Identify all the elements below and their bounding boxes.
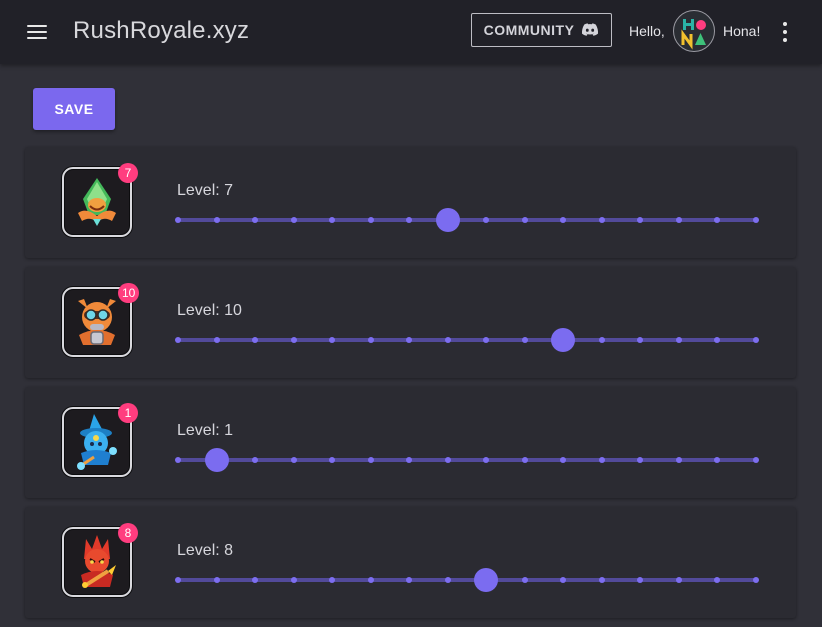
menu-icon[interactable]: [22, 19, 52, 45]
level-label: Level: 7: [177, 182, 234, 199]
slider-tick[interactable]: [560, 457, 567, 463]
slider-tick[interactable]: [675, 457, 682, 463]
slider-tick[interactable]: [675, 217, 682, 223]
slider-track[interactable]: [178, 578, 756, 582]
slider-tick[interactable]: [367, 337, 374, 343]
slider-tick[interactable]: [521, 337, 528, 343]
slider-tick[interactable]: [521, 577, 528, 583]
slider-tick[interactable]: [213, 337, 220, 343]
community-button[interactable]: COMMUNITY: [471, 13, 612, 47]
slider-tick[interactable]: [406, 457, 413, 463]
greeting-text: Hello,: [629, 23, 665, 39]
slider-tick[interactable]: [714, 337, 721, 343]
slider-thumb[interactable]: [435, 208, 460, 232]
unit-card: 1 Level: 1: [25, 387, 796, 498]
slider-tick[interactable]: [329, 577, 336, 583]
avatar[interactable]: [673, 10, 715, 52]
community-label: COMMUNITY: [483, 22, 575, 38]
slider-tick[interactable]: [290, 337, 297, 343]
slider-tick[interactable]: [252, 577, 259, 583]
level-label: Level: 1: [177, 422, 234, 439]
slider-tick[interactable]: [367, 457, 374, 463]
slider-tick[interactable]: [483, 457, 490, 463]
slider-tick[interactable]: [444, 577, 451, 583]
user-name: Hona!: [723, 23, 761, 39]
unit-card: 8 Level: 8: [25, 507, 796, 618]
slider-tick[interactable]: [560, 577, 567, 583]
slider-tick[interactable]: [521, 457, 528, 463]
slider-tick[interactable]: [675, 337, 682, 343]
slider-tick[interactable]: [252, 217, 259, 223]
level-label: Level: 10: [177, 302, 242, 319]
slider-track[interactable]: [178, 458, 756, 462]
level-badge: 7: [118, 163, 138, 183]
slider-tick[interactable]: [175, 337, 181, 343]
unit-card: 10 Level: 10: [25, 267, 796, 378]
slider-tick[interactable]: [367, 577, 374, 583]
slider-tick[interactable]: [483, 217, 490, 223]
level-badge: 1: [118, 403, 138, 423]
slider-tick[interactable]: [753, 337, 759, 343]
level-slider[interactable]: [175, 208, 760, 232]
slider-tick[interactable]: [637, 337, 644, 343]
slider-tick[interactable]: [714, 217, 721, 223]
level-label: Level: 8: [177, 542, 234, 559]
hona-logo-icon: [681, 19, 706, 50]
slider-thumb[interactable]: [551, 328, 576, 352]
slider-tick[interactable]: [175, 577, 181, 583]
slider-tick[interactable]: [714, 577, 721, 583]
slider-tick[interactable]: [753, 457, 759, 463]
level-slider[interactable]: [175, 568, 760, 592]
slider-tick[interactable]: [598, 457, 605, 463]
slider-tick[interactable]: [444, 337, 451, 343]
slider-tick[interactable]: [175, 457, 181, 463]
slider-tick[interactable]: [521, 217, 528, 223]
slider-tick[interactable]: [714, 457, 721, 463]
slider-tick[interactable]: [213, 577, 220, 583]
slider-tick[interactable]: [252, 337, 259, 343]
slider-tick[interactable]: [406, 577, 413, 583]
app-bar: RushRoyale.xyz COMMUNITY Hello, Hona!: [0, 0, 822, 64]
slider-tick[interactable]: [753, 217, 759, 223]
slider-tick[interactable]: [329, 337, 336, 343]
slider-tick[interactable]: [444, 457, 451, 463]
slider-tick[interactable]: [329, 457, 336, 463]
slider-tick[interactable]: [598, 337, 605, 343]
level-badge: 10: [118, 283, 140, 303]
slider-tick[interactable]: [213, 217, 220, 223]
slider-tick[interactable]: [175, 217, 181, 223]
slider-tick[interactable]: [252, 457, 259, 463]
slider-tick[interactable]: [406, 217, 413, 223]
level-slider[interactable]: [175, 448, 760, 472]
slider-tick[interactable]: [483, 337, 490, 343]
slider-tick[interactable]: [329, 217, 336, 223]
slider-tick[interactable]: [637, 577, 644, 583]
slider-track[interactable]: [178, 338, 756, 342]
app-title[interactable]: RushRoyale.xyz: [73, 17, 249, 45]
slider-tick[interactable]: [598, 217, 605, 223]
slider-thumb[interactable]: [474, 568, 499, 592]
slider-tick[interactable]: [290, 217, 297, 223]
slider-track[interactable]: [178, 218, 756, 222]
slider-tick[interactable]: [560, 217, 567, 223]
slider-tick[interactable]: [367, 217, 374, 223]
level-badge: 8: [118, 523, 138, 543]
level-slider[interactable]: [175, 328, 760, 352]
slider-tick[interactable]: [675, 577, 682, 583]
slider-tick[interactable]: [753, 577, 759, 583]
slider-tick[interactable]: [406, 337, 413, 343]
unit-card: 7 Level: 7: [25, 147, 796, 258]
slider-tick[interactable]: [598, 577, 605, 583]
slider-tick[interactable]: [290, 577, 297, 583]
slider-tick[interactable]: [637, 217, 644, 223]
slider-tick[interactable]: [290, 457, 297, 463]
slider-tick[interactable]: [637, 457, 644, 463]
more-options-icon[interactable]: [774, 20, 796, 44]
save-button[interactable]: SAVE: [33, 88, 115, 130]
slider-thumb[interactable]: [204, 448, 229, 472]
discord-icon: [582, 23, 599, 36]
